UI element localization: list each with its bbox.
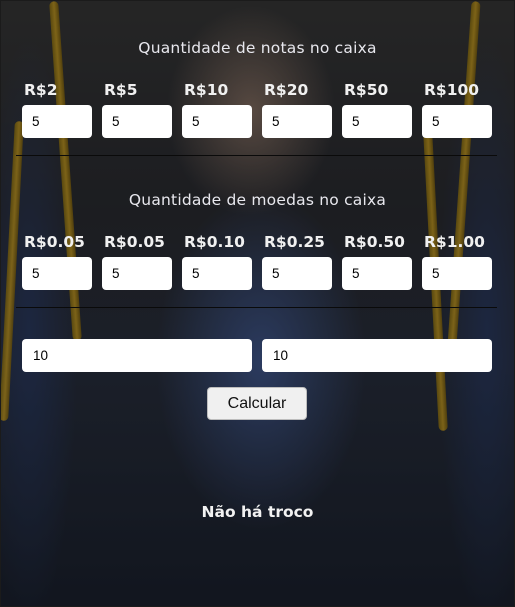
calculate-button[interactable]: Calcular [207,387,307,420]
second-amount-input[interactable] [262,339,492,372]
note-label: R$20 [264,81,309,99]
coin-quantity-input[interactable] [22,257,92,290]
note-label: R$10 [184,81,229,99]
note-label: R$2 [24,81,58,99]
coin-quantity-input[interactable] [182,257,252,290]
coins-section-title: Quantidade de moedas no caixa [128,191,387,209]
coin-label: R$0.05 [24,233,85,251]
first-amount-input[interactable] [22,339,252,372]
note-cell-100: R$100 [422,80,492,138]
notes-row: R$2 R$5 R$10 R$20 R$50 R$100 [22,80,492,138]
coin-quantity-input[interactable] [102,257,172,290]
coin-label: R$0.10 [184,233,245,251]
coin-cell: R$1.00 [422,232,492,290]
section-divider [16,307,497,308]
coin-label: R$1.00 [424,233,485,251]
coin-cell: R$0.10 [182,232,252,290]
coin-cell: R$0.05 [102,232,172,290]
note-quantity-input[interactable] [22,105,92,138]
coin-cell: R$0.25 [262,232,332,290]
note-label: R$5 [104,81,138,99]
result-message: Não há troco [201,503,314,521]
note-label: R$50 [344,81,389,99]
section-divider [16,155,497,156]
coin-cell: R$0.50 [342,232,412,290]
note-quantity-input[interactable] [262,105,332,138]
coin-label: R$0.25 [264,233,325,251]
app-frame: Quantidade de notas no caixa R$2 R$5 R$1… [0,0,515,607]
coin-quantity-input[interactable] [342,257,412,290]
note-cell-10: R$10 [182,80,252,138]
main-content: Quantidade de notas no caixa R$2 R$5 R$1… [1,1,514,606]
coin-cell: R$0.05 [22,232,92,290]
note-cell-5: R$5 [102,80,172,138]
note-quantity-input[interactable] [342,105,412,138]
note-cell-50: R$50 [342,80,412,138]
note-quantity-input[interactable] [422,105,492,138]
note-quantity-input[interactable] [182,105,252,138]
note-quantity-input[interactable] [102,105,172,138]
note-label: R$100 [424,81,480,99]
coin-label: R$0.05 [104,233,165,251]
coin-quantity-input[interactable] [422,257,492,290]
notes-section-title: Quantidade de notas no caixa [138,39,377,57]
coin-quantity-input[interactable] [262,257,332,290]
note-cell-2: R$2 [22,80,92,138]
note-cell-20: R$20 [262,80,332,138]
coins-row: R$0.05 R$0.05 R$0.10 R$0.25 R$0.50 R$1.0… [22,232,492,290]
coin-label: R$0.50 [344,233,405,251]
